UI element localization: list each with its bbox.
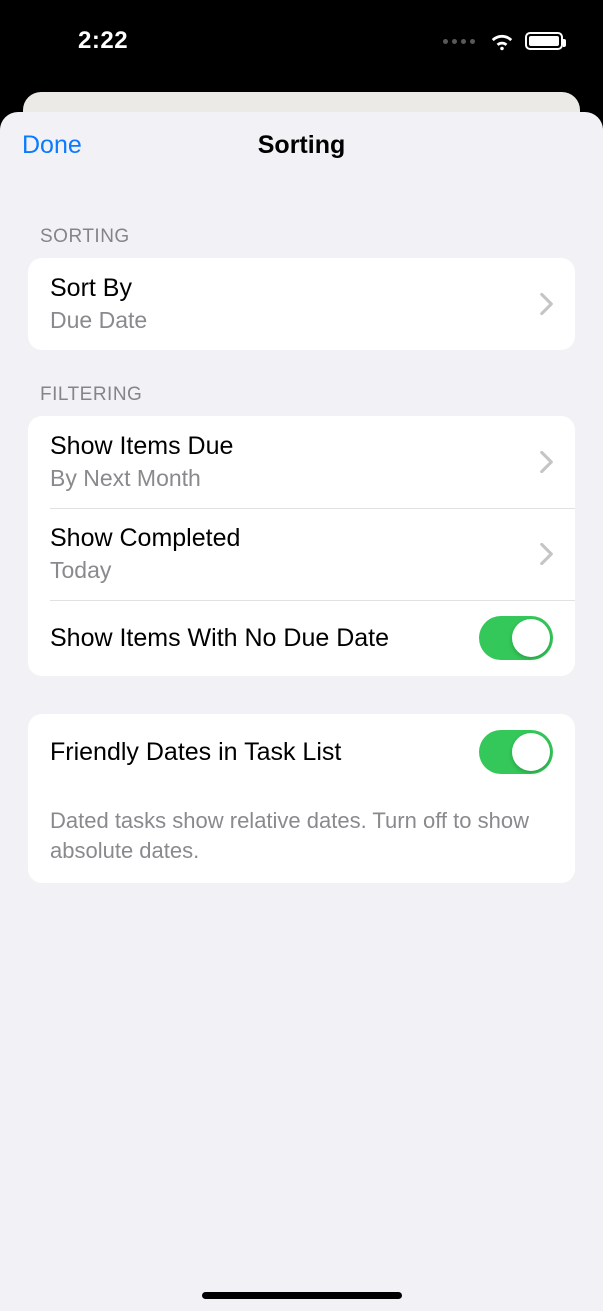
- nav-bar: Done Sorting: [0, 112, 603, 178]
- chevron-right-icon: [540, 543, 553, 565]
- show-completed-title: Show Completed: [50, 524, 532, 553]
- friendly-dates-title: Friendly Dates in Task List: [50, 738, 479, 767]
- filtering-group: Show Items Due By Next Month Show Comple…: [28, 416, 575, 676]
- status-icons: [443, 31, 563, 51]
- status-time: 2:22: [78, 27, 128, 55]
- sorting-sheet: Done Sorting SORTING Sort By Due Date FI…: [0, 112, 603, 1311]
- friendly-dates-group: Friendly Dates in Task List Dated tasks …: [28, 714, 575, 883]
- sorting-section-header: SORTING: [0, 226, 603, 258]
- sorting-group: Sort By Due Date: [28, 258, 575, 350]
- show-items-due-cell[interactable]: Show Items Due By Next Month: [28, 416, 575, 508]
- status-bar: 2:22: [0, 0, 603, 82]
- sort-by-cell[interactable]: Sort By Due Date: [28, 258, 575, 350]
- sort-by-title: Sort By: [50, 274, 532, 303]
- battery-icon: [525, 32, 563, 50]
- home-indicator[interactable]: [202, 1292, 402, 1299]
- friendly-dates-toggle[interactable]: [479, 730, 553, 774]
- friendly-dates-footer: Dated tasks show relative dates. Turn of…: [28, 790, 575, 883]
- no-due-date-cell: Show Items With No Due Date: [28, 600, 575, 676]
- wifi-icon: [489, 31, 515, 51]
- show-items-due-title: Show Items Due: [50, 432, 532, 461]
- chevron-right-icon: [540, 293, 553, 315]
- filtering-section-header: FILTERING: [0, 384, 603, 416]
- sort-by-value: Due Date: [50, 307, 532, 334]
- friendly-dates-cell: Friendly Dates in Task List: [28, 714, 575, 790]
- no-due-date-title: Show Items With No Due Date: [50, 624, 479, 653]
- show-items-due-value: By Next Month: [50, 465, 532, 492]
- show-completed-value: Today: [50, 557, 532, 584]
- show-completed-cell[interactable]: Show Completed Today: [28, 508, 575, 600]
- chevron-right-icon: [540, 451, 553, 473]
- done-button[interactable]: Done: [22, 131, 82, 160]
- no-due-date-toggle[interactable]: [479, 616, 553, 660]
- page-title: Sorting: [258, 131, 346, 160]
- cellular-dots-icon: [443, 39, 475, 44]
